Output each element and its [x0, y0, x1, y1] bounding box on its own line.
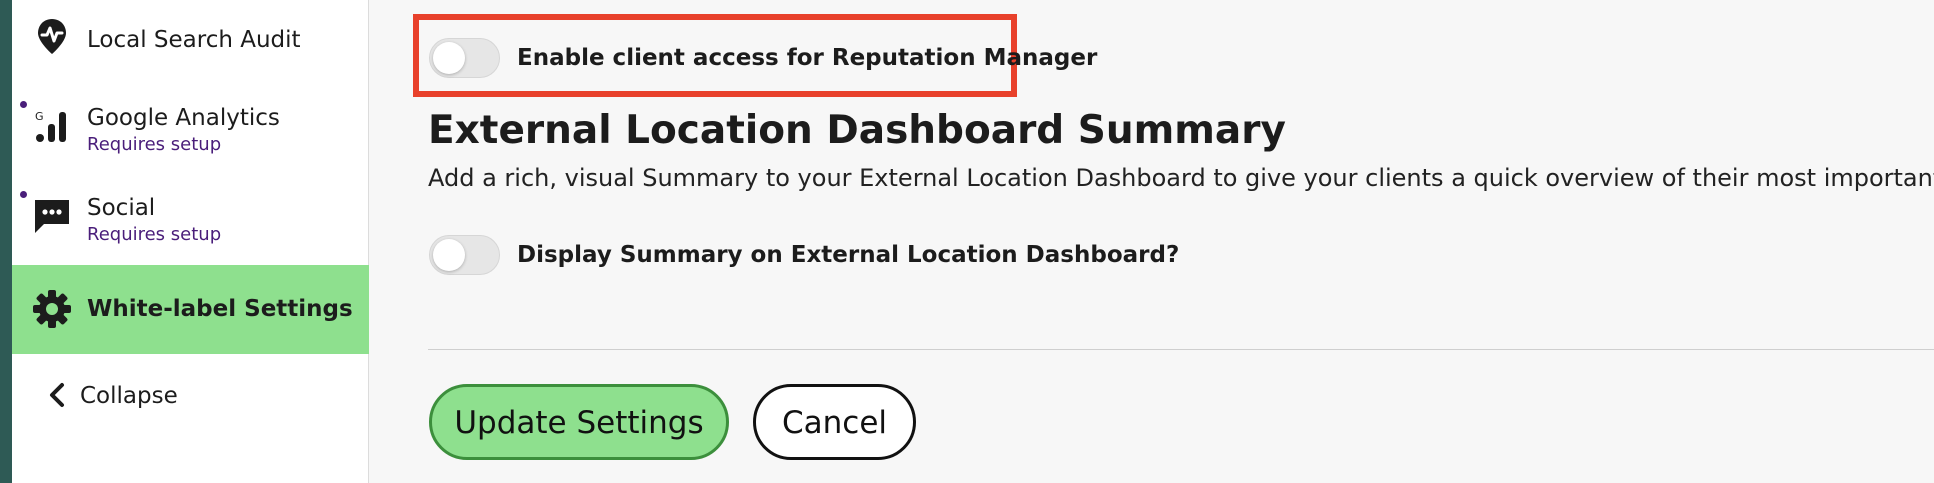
requires-setup-link[interactable]: Requires setup — [87, 224, 221, 246]
analytics-bars-icon: G — [32, 106, 72, 146]
map-pin-pulse-icon — [32, 16, 72, 56]
requires-setup-link[interactable]: Requires setup — [87, 134, 221, 156]
sidebar-item-label: Social — [87, 195, 156, 221]
sidebar-item-social[interactable]: Social Requires setup — [12, 176, 369, 256]
svg-text:G: G — [35, 110, 44, 123]
divider — [428, 349, 1934, 350]
sidebar-item-label: Collapse — [80, 383, 178, 409]
sidebar-item-label: Local Search Audit — [87, 27, 301, 53]
sidebar-collapse-button[interactable]: Collapse — [12, 370, 369, 420]
chat-bubble-icon — [32, 196, 72, 236]
page: Local Search Audit G Google Analytics Re… — [0, 0, 1934, 483]
section-title: External Location Dashboard Summary — [428, 108, 1286, 153]
chevron-left-icon — [42, 375, 72, 415]
setup-indicator-dot — [20, 101, 27, 108]
sidebar-item-label: White-label Settings — [87, 296, 353, 322]
sidebar-item-white-label-settings[interactable]: White-label Settings — [12, 265, 369, 354]
display-summary-toggle[interactable] — [429, 235, 500, 275]
display-summary-toggle-label: Display Summary on External Location Das… — [517, 242, 1180, 268]
toggle-knob — [433, 239, 465, 271]
reputation-manager-toggle[interactable] — [429, 38, 500, 78]
window-edge — [0, 0, 12, 483]
sidebar-item-local-search-audit[interactable]: Local Search Audit — [12, 0, 369, 78]
toggle-knob — [433, 42, 465, 74]
reputation-manager-toggle-label: Enable client access for Reputation Mana… — [517, 45, 1098, 71]
sidebar: Local Search Audit G Google Analytics Re… — [12, 0, 369, 483]
setup-indicator-dot — [20, 191, 27, 198]
update-settings-button[interactable]: Update Settings — [429, 384, 729, 460]
sidebar-item-label: Google Analytics — [87, 105, 280, 131]
gear-icon — [32, 289, 72, 329]
sidebar-item-google-analytics[interactable]: G Google Analytics Requires setup — [12, 86, 369, 166]
section-description: Add a rich, visual Summary to your Exter… — [428, 164, 1934, 192]
cancel-button[interactable]: Cancel — [753, 384, 916, 460]
